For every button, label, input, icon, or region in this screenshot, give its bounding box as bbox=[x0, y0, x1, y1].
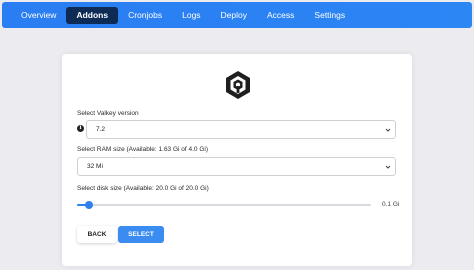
tab-access[interactable]: Access bbox=[257, 7, 304, 24]
tab-deploy[interactable]: Deploy bbox=[211, 7, 257, 24]
ram-label: Select RAM size (Available: 1.63 Gi of 4… bbox=[77, 146, 209, 153]
select-button[interactable]: SELECT bbox=[118, 226, 164, 243]
version-select[interactable]: 7.2 bbox=[86, 120, 396, 139]
tab-settings[interactable]: Settings bbox=[304, 7, 355, 24]
tab-addons[interactable]: Addons bbox=[66, 6, 119, 24]
ram-select-value: 32 Mi bbox=[87, 163, 103, 170]
chevron-down-icon bbox=[385, 165, 391, 169]
tab-cronjobs[interactable]: Cronjobs bbox=[118, 7, 172, 24]
ram-select[interactable]: 32 Mi bbox=[77, 157, 396, 176]
slider-thumb[interactable] bbox=[84, 201, 93, 209]
version-label: Select Valkey version bbox=[77, 110, 139, 117]
info-icon[interactable]: i bbox=[77, 125, 84, 132]
disk-size-slider[interactable] bbox=[77, 201, 371, 209]
addon-config-card: Select Valkey version i 7.2 Select RAM s… bbox=[62, 54, 412, 266]
tab-logs[interactable]: Logs bbox=[172, 7, 210, 24]
top-navigation: Overview Addons Cronjobs Logs Deploy Acc… bbox=[2, 2, 472, 28]
chevron-down-icon bbox=[385, 128, 391, 132]
disk-size-value: 0.1 Gi bbox=[382, 201, 400, 208]
tab-overview[interactable]: Overview bbox=[11, 7, 66, 24]
version-select-value: 7.2 bbox=[96, 126, 106, 133]
disk-label: Select disk size (Available: 20.0 Gi of … bbox=[77, 185, 209, 192]
valkey-logo-icon bbox=[226, 71, 250, 99]
back-button[interactable]: BACK bbox=[77, 226, 117, 243]
